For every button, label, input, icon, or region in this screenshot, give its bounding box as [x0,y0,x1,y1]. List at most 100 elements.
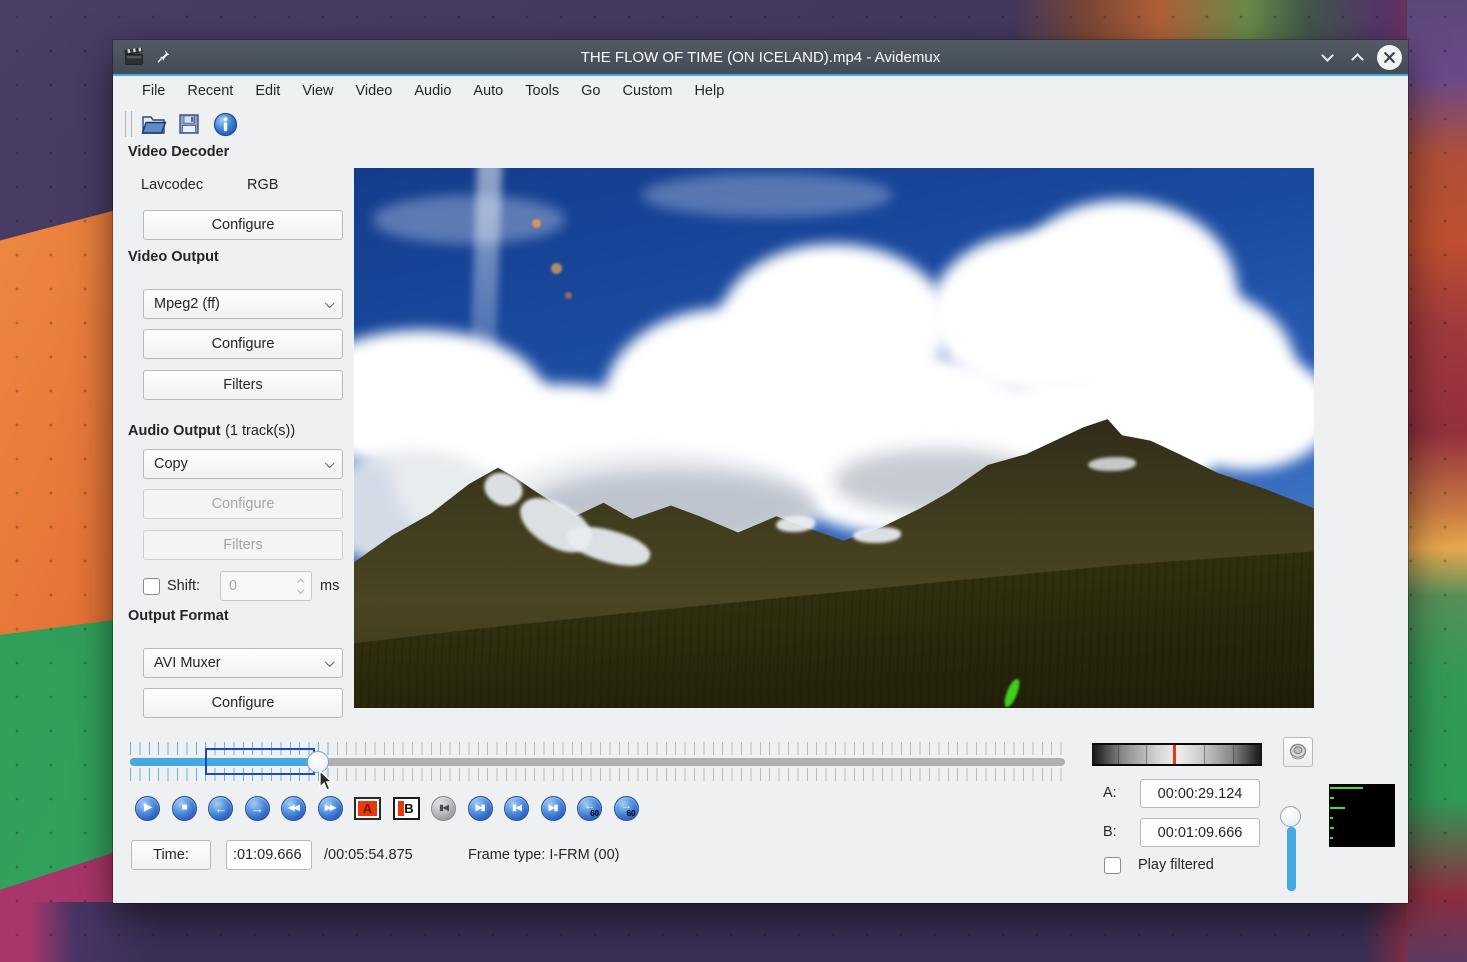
audio-configure-button: Configure [143,489,343,519]
audio-toggle-button[interactable] [1283,737,1313,767]
previous-keyframe-button[interactable]: ▮◀ [504,796,529,821]
maximize-button[interactable] [1342,40,1372,74]
menu-view[interactable]: View [291,79,344,103]
jog-segment-line [1233,745,1234,764]
chevron-down-icon [325,657,334,666]
mark-b-button[interactable]: B [393,797,420,820]
rewind-button[interactable]: ◀◀ [281,796,306,821]
marker-a-field[interactable]: 00:00:29.124 [1140,779,1260,808]
shift-checkbox[interactable] [143,578,160,595]
close-icon [1377,45,1402,70]
close-button[interactable] [1374,40,1404,74]
avidemux-window: THE FLOW OF TIME (ON ICELAND).mp4 - Avid… [113,40,1408,903]
menu-help[interactable]: Help [683,79,735,103]
menu-video[interactable]: Video [345,79,404,103]
video-preview [354,168,1314,708]
menu-auto[interactable]: Auto [462,79,514,103]
menu-edit[interactable]: Edit [244,79,291,103]
chevron-down-icon [325,458,334,467]
shift-label: Shift: [167,578,200,594]
next-black-frame-button[interactable]: ▶▮ [468,796,493,821]
lens-flare [565,292,572,299]
jog-segment-line [1118,745,1119,764]
vu-bar [1330,817,1333,819]
toolbar-drag-handle[interactable] [125,111,132,137]
audio-filters-button: Filters [143,530,343,560]
chevron-down-icon [325,298,334,307]
menu-go[interactable]: Go [570,79,611,103]
marker-b-field[interactable]: 00:01:09.666 [1140,818,1260,847]
decoder-mode-label: RGB [247,177,278,193]
frame-type-label: Frame type: I-FRM (00) [468,847,619,863]
volume-slider-handle[interactable] [1280,806,1301,827]
audio-output-heading: Audio Output (1 track(s)) [128,422,295,440]
back-60s-button[interactable]: ←60 [577,796,602,821]
video-filters-button[interactable]: Filters [143,370,343,400]
previous-frame-button[interactable]: ← [208,796,233,821]
cloud [642,173,892,216]
menu-recent[interactable]: Recent [176,79,244,103]
menu-tools[interactable]: Tools [514,79,570,103]
vu-bar [1330,807,1345,809]
ab-selection-rectangle [205,748,315,775]
previous-black-frame-button: ▮◀ [431,796,456,821]
video-codec-select[interactable]: Mpeg2 (ff) [143,289,343,319]
volume-slider-track[interactable] [1287,827,1296,891]
titlebar[interactable]: THE FLOW OF TIME (ON ICELAND).mp4 - Avid… [113,40,1408,74]
jog-segment-line [1146,745,1147,764]
floppy-disk-icon [177,112,201,136]
menubar: File Recent Edit View Video Audio Auto T… [113,76,1408,106]
stop-button[interactable]: ■ [172,796,197,821]
lens-flare [551,263,562,274]
speaker-icon [1288,742,1308,762]
folder-open-icon [140,113,167,136]
decoder-configure-button[interactable]: Configure [143,210,343,240]
marker-b-label: B: [1103,824,1117,840]
chevron-up-icon [1351,53,1364,66]
menu-file[interactable]: File [131,79,176,103]
audio-vu-meter [1329,784,1395,847]
total-duration-label: /00:05:54.875 [324,847,413,863]
next-frame-button[interactable]: → [245,796,270,821]
minimize-button[interactable] [1312,40,1342,74]
chevron-down-icon [1321,49,1334,62]
video-output-heading: Video Output [128,249,219,265]
time-input[interactable]: :01:09.666 [226,840,312,870]
timeline[interactable] [130,740,1065,784]
jog-center-marker [1173,745,1176,764]
spinner-arrows-icon[interactable] [298,579,303,593]
jog-shuttle-wheel[interactable] [1092,743,1262,766]
window-title: THE FLOW OF TIME (ON ICELAND).mp4 - Avid… [113,49,1408,66]
marker-a-label: A: [1103,785,1117,801]
open-file-button[interactable] [138,109,168,139]
play-button[interactable]: ▶ [135,796,160,821]
save-file-button[interactable] [174,109,204,139]
next-keyframe-button[interactable]: ▶▮ [541,796,566,821]
mouse-cursor [319,770,334,792]
transport-controls: ▶ ■ ← → ◀◀ ▶▶ A B ▮◀ ▶▮ ▮◀ ▶▮ ←60 →60 [130,793,639,823]
time-button[interactable]: Time: [131,840,211,870]
information-button[interactable] [210,109,240,139]
forward-60s-button[interactable]: →60 [614,796,639,821]
video-decoder-heading: Video Decoder [128,144,229,160]
audio-tracks-count: (1 track(s)) [225,423,295,439]
output-format-heading: Output Format [128,608,229,624]
shift-spinbox[interactable]: 0 [220,571,312,601]
vu-bar [1330,797,1334,799]
lens-flare [532,219,541,228]
vu-bar [1330,787,1363,789]
vu-bar [1330,827,1334,829]
mark-a-button[interactable]: A [354,797,381,820]
decoder-name-label: Lavcodec [141,177,203,193]
muxer-configure-button[interactable]: Configure [143,688,343,718]
menu-audio[interactable]: Audio [403,79,462,103]
vu-bar [1330,837,1333,839]
menu-custom[interactable]: Custom [611,79,683,103]
play-filtered-label: Play filtered [1138,857,1214,873]
audio-codec-select[interactable]: Copy [143,449,343,479]
video-configure-button[interactable]: Configure [143,329,343,359]
muxer-select[interactable]: AVI Muxer [143,648,343,678]
fast-forward-button[interactable]: ▶▶ [318,796,343,821]
play-filtered-checkbox[interactable] [1104,857,1121,874]
jog-segment-line [1204,745,1205,764]
